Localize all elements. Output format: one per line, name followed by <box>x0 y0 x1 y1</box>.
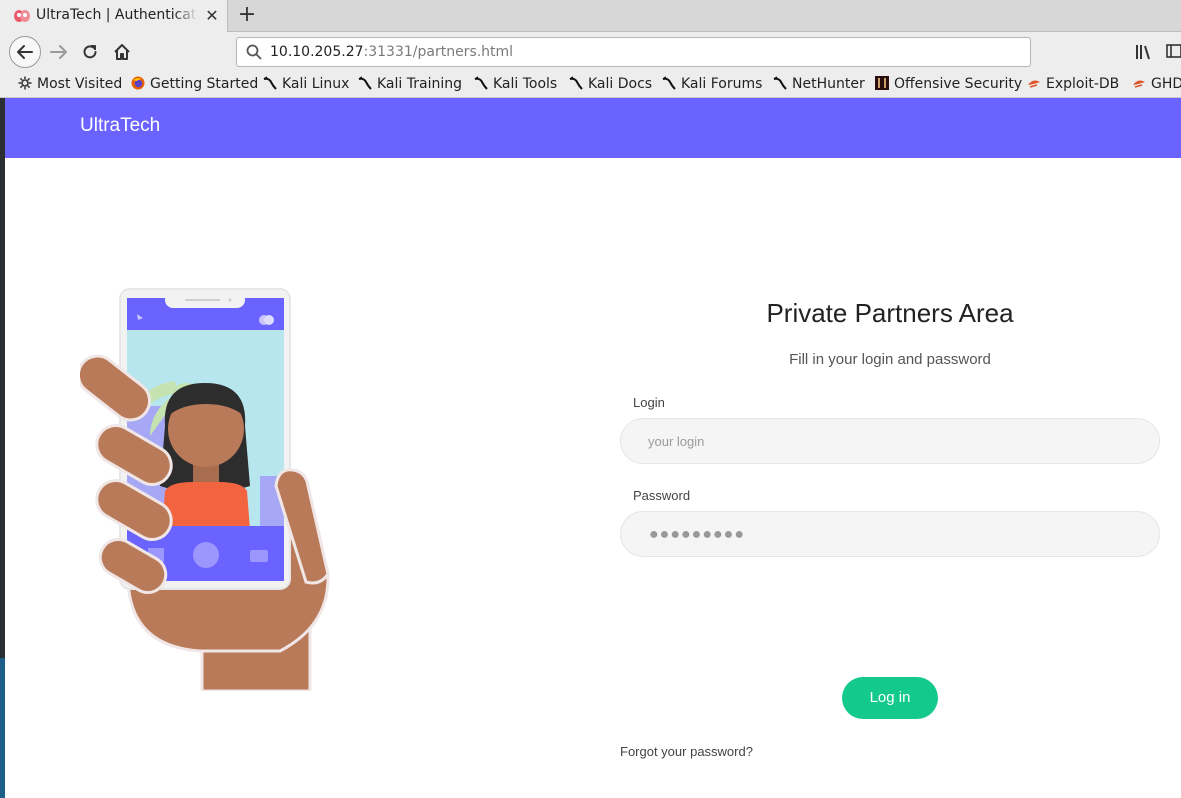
bookmark-most-visited[interactable]: Most Visited <box>18 74 122 94</box>
reload-icon[interactable] <box>80 42 100 62</box>
bookmark-label: Getting Started <box>150 76 259 92</box>
bookmark-nethunter[interactable]: NetHunter <box>773 74 865 94</box>
bookmark-kali-training[interactable]: Kali Training <box>358 74 462 94</box>
search-icon <box>246 44 262 60</box>
gear-icon <box>18 76 32 90</box>
back-arrow-icon <box>17 45 33 59</box>
site-logo[interactable]: UltraTech <box>80 115 160 137</box>
new-tab-button[interactable]: + <box>236 4 258 26</box>
forgot-password-link[interactable]: Forgot your password? <box>620 744 753 759</box>
tab-active[interactable]: UltraTech | Authentication ✕ <box>0 0 228 32</box>
password-input[interactable]: ●●●●●●●●● <box>620 511 1160 557</box>
exploitdb-icon <box>1028 80 1040 88</box>
kali-dragon-icon <box>662 76 676 90</box>
bookmark-kali-tools[interactable]: Kali Tools <box>474 74 557 94</box>
web-page: UltraTech Private Partners Area Fill in … <box>5 98 1181 798</box>
bookmark-label: Kali Tools <box>493 76 558 92</box>
kali-dragon-icon <box>263 76 277 90</box>
site-header: UltraTech <box>5 98 1181 158</box>
url-text: 10.10.205.27:31331/partners.html <box>270 44 513 60</box>
back-button[interactable] <box>9 36 41 68</box>
kali-dragon-icon <box>474 76 488 90</box>
home-icon[interactable] <box>112 42 132 62</box>
offsec-icon <box>875 76 889 90</box>
login-button[interactable]: Log in <box>842 677 938 719</box>
ultratech-favicon-icon <box>14 10 30 22</box>
library-icon[interactable] <box>1135 43 1155 61</box>
password-mask: ●●●●●●●●● <box>649 526 745 543</box>
login-label: Login <box>633 395 665 410</box>
password-label: Password <box>633 488 691 503</box>
bookmark-label: Kali Docs <box>588 76 653 92</box>
nav-bar: 10.10.205.27:31331/partners.html <box>0 32 1181 70</box>
bookmark-ghdb[interactable]: GHD <box>1132 74 1181 94</box>
bookmark-kali-forums[interactable]: Kali Forums <box>662 74 762 94</box>
bookmark-exploit-db[interactable]: Exploit-DB <box>1027 74 1119 94</box>
url-host: 10.10.205.27 <box>270 44 364 60</box>
exploitdb-icon <box>1133 80 1145 88</box>
bookmark-kali-linux[interactable]: Kali Linux <box>263 74 349 94</box>
bookmark-label: Most Visited <box>37 76 123 92</box>
bookmark-label: GHD <box>1151 76 1181 92</box>
tab-title: UltraTech | Authentication <box>36 7 198 23</box>
forward-arrow-icon[interactable] <box>48 41 70 63</box>
kali-dragon-icon <box>358 76 372 90</box>
address-bar[interactable]: 10.10.205.27:31331/partners.html <box>236 37 1031 67</box>
tab-bar: UltraTech | Authentication ✕ + <box>0 0 1181 32</box>
bookmark-label: NetHunter <box>792 76 865 92</box>
bookmark-label: Offensive Security <box>894 76 1023 92</box>
url-path: :31331/partners.html <box>363 44 514 60</box>
bookmark-label: Kali Linux <box>282 76 350 92</box>
bookmark-kali-docs[interactable]: Kali Docs <box>569 74 652 94</box>
bookmarks-toolbar: Most Visited Getting Started Kali Linux … <box>0 70 1181 98</box>
bookmark-offensive-security[interactable]: Offensive Security <box>875 74 1022 94</box>
login-input[interactable] <box>620 418 1160 464</box>
page-subtitle: Fill in your login and password <box>789 351 991 368</box>
bookmark-label: Exploit-DB <box>1046 76 1120 92</box>
sidebar-toggle-icon[interactable] <box>1166 43 1181 59</box>
phone-selfie-illustration <box>80 288 330 691</box>
browser-chrome: UltraTech | Authentication ✕ + 10.10.205… <box>0 0 1181 98</box>
kali-dragon-icon <box>569 76 583 90</box>
tab-close-icon[interactable]: ✕ <box>203 7 221 25</box>
bookmark-label: Kali Training <box>377 76 462 92</box>
bookmark-label: Kali Forums <box>681 76 763 92</box>
firefox-icon <box>131 76 145 90</box>
page-title: Private Partners Area <box>766 298 1014 328</box>
bookmark-getting-started[interactable]: Getting Started <box>131 74 258 94</box>
kali-dragon-icon <box>773 76 787 90</box>
